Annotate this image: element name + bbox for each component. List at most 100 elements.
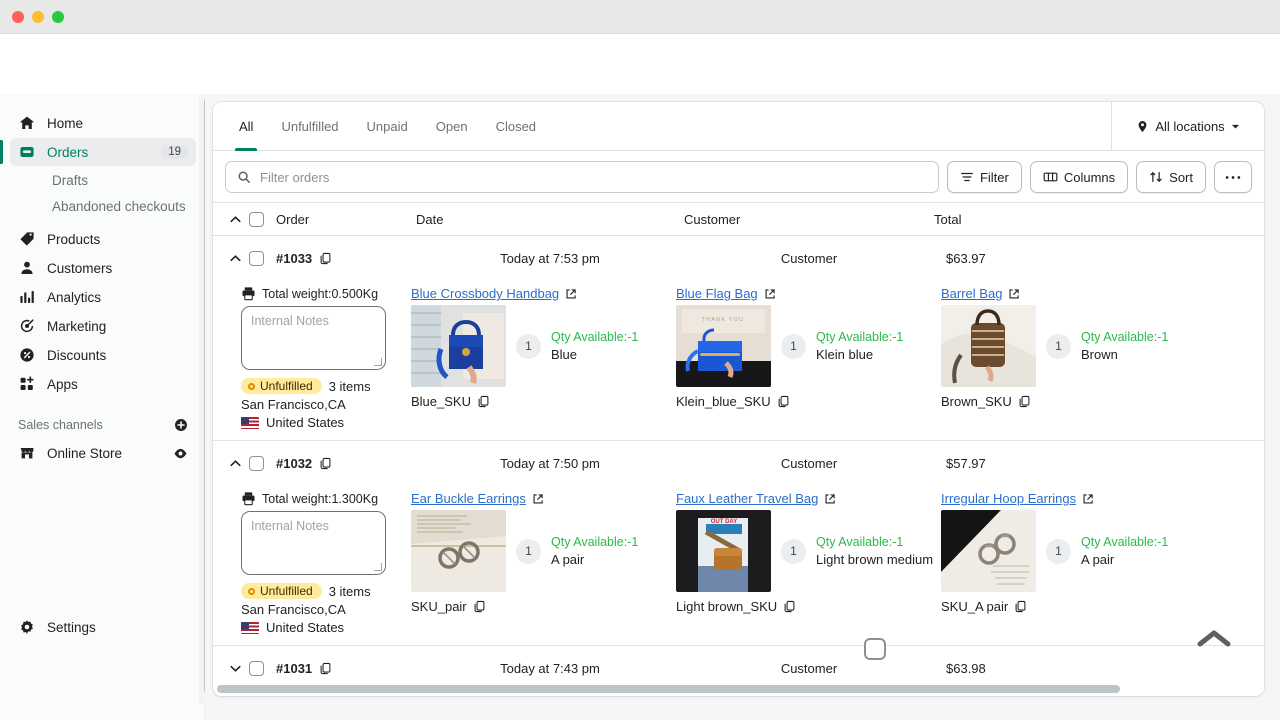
more-actions-button[interactable]	[1214, 161, 1252, 193]
product-image	[411, 305, 506, 387]
external-link-icon[interactable]	[764, 288, 776, 300]
collapse-all-chevron-up-icon[interactable]	[225, 213, 245, 226]
quantity-badge: 1	[1046, 333, 1071, 359]
product-link[interactable]: Blue Flag Bag	[676, 286, 758, 301]
filter-orders-input[interactable]: Filter orders	[225, 161, 939, 193]
quantity-badge: 1	[516, 538, 541, 564]
product-body: 1 Qty Available:-1 Blue	[411, 305, 676, 387]
order-meta: Total weight:0.500Kg Internal Notes Unfu…	[241, 286, 411, 430]
line-item: Blue Flag Bag THANK YOU 1 Qty Available:…	[676, 286, 941, 430]
product-title-row: Ear Buckle Earrings	[411, 491, 676, 506]
tab-unfulfilled[interactable]: Unfulfilled	[267, 102, 352, 150]
internal-notes-field[interactable]: Internal Notes	[241, 511, 386, 575]
printer-icon[interactable]	[241, 491, 256, 506]
table-row[interactable]: #1033 Today at 7:53 pm Customer $63.97	[213, 236, 1264, 280]
sort-button[interactable]: Sort	[1136, 161, 1206, 193]
copy-icon[interactable]	[319, 662, 332, 675]
plus-circle-icon[interactable]	[174, 418, 188, 432]
product-variant: A pair	[1081, 552, 1115, 567]
columns-button[interactable]: Columns	[1029, 161, 1129, 193]
sidebar-item-home[interactable]: Home	[10, 109, 196, 137]
column-header-customer: Customer	[684, 211, 741, 227]
sort-button-label: Sort	[1169, 169, 1193, 185]
order-weight: Total weight:0.500Kg	[262, 286, 379, 301]
row-checkbox[interactable]	[249, 455, 264, 471]
sidebar-item-discounts[interactable]: Discounts	[10, 341, 196, 369]
product-body: 1 Qty Available:-1 A pair	[941, 510, 1206, 592]
tab-open[interactable]: Open	[422, 102, 482, 150]
filter-button[interactable]: Filter	[946, 161, 1022, 193]
row-chevron-up-icon[interactable]	[225, 252, 245, 265]
select-all-checkbox[interactable]	[249, 211, 264, 227]
bulk-select-checkbox[interactable]	[864, 638, 886, 660]
external-link-icon[interactable]	[1008, 288, 1020, 300]
search-icon	[237, 170, 251, 184]
sidebar-item-marketing[interactable]: Marketing	[10, 312, 196, 340]
ship-city: San Francisco,CA	[241, 602, 346, 617]
product-link[interactable]: Faux Leather Travel Bag	[676, 491, 818, 506]
copy-icon[interactable]	[477, 395, 490, 408]
product-link[interactable]: Barrel Bag	[941, 286, 1002, 301]
apps-grid-plus-icon	[18, 376, 35, 393]
tab-unpaid[interactable]: Unpaid	[353, 102, 422, 150]
order-date: Today at 7:53 pm	[500, 250, 600, 266]
horizontal-scrollbar-thumb[interactable]	[217, 685, 1120, 693]
copy-icon[interactable]	[1014, 600, 1027, 613]
minimize-button[interactable]	[32, 10, 44, 23]
qty-available: Qty Available:-1	[1081, 330, 1169, 344]
sidebar-item-abandoned-checkouts[interactable]: Abandoned checkouts	[8, 193, 196, 219]
tab-label: Unpaid	[366, 118, 408, 134]
sidebar-item-drafts[interactable]: Drafts	[8, 167, 196, 193]
sidebar-item-settings[interactable]: Settings	[10, 613, 196, 641]
copy-icon[interactable]	[783, 600, 796, 613]
internal-notes-field[interactable]: Internal Notes	[241, 306, 386, 370]
maximize-button[interactable]	[52, 10, 64, 23]
row-chevron-down-icon[interactable]	[225, 662, 245, 675]
product-link[interactable]: Blue Crossbody Handbag	[411, 286, 559, 301]
product-body: 1 Qty Available:-1 Brown	[941, 305, 1206, 387]
copy-icon[interactable]	[473, 600, 486, 613]
line-item: Blue Crossbody Handbag 1 Qty Available:-…	[411, 286, 676, 430]
column-header-date: Date	[416, 211, 444, 227]
copy-icon[interactable]	[1018, 395, 1031, 408]
tab-closed[interactable]: Closed	[482, 102, 550, 150]
product-sku-row: Klein_blue_SKU	[676, 394, 941, 409]
sidebar-item-customers[interactable]: Customers	[10, 254, 196, 282]
close-button[interactable]	[12, 10, 24, 23]
sidebar-item-products[interactable]: Products	[10, 225, 196, 253]
copy-icon[interactable]	[319, 457, 332, 470]
product-link[interactable]: Irregular Hoop Earrings	[941, 491, 1076, 506]
status-badge: Unfulfilled	[241, 378, 322, 394]
external-link-icon[interactable]	[824, 493, 836, 505]
sidebar-item-orders[interactable]: Orders 19	[0, 138, 196, 166]
external-link-icon[interactable]	[532, 493, 544, 505]
eye-icon[interactable]	[173, 446, 188, 461]
sidebar-item-online-store[interactable]: Online Store	[10, 439, 196, 467]
product-image: THANK YOU	[676, 305, 771, 387]
status-label: Unfulfilled	[260, 584, 313, 598]
external-link-icon[interactable]	[1082, 493, 1094, 505]
product-link[interactable]: Ear Buckle Earrings	[411, 491, 526, 506]
ship-country-row: United States	[241, 620, 411, 635]
product-title-row: Irregular Hoop Earrings	[941, 491, 1206, 506]
sidebar-item-apps[interactable]: Apps	[10, 370, 196, 398]
locations-label: All locations	[1155, 118, 1225, 134]
sidebar-item-analytics[interactable]: Analytics	[10, 283, 196, 311]
scroll-to-top-button[interactable]	[1192, 624, 1236, 654]
row-checkbox[interactable]	[249, 250, 264, 266]
tab-all[interactable]: All	[225, 102, 267, 151]
product-sku-row: SKU_pair	[411, 599, 676, 614]
row-chevron-up-icon[interactable]	[225, 457, 245, 470]
window-titlebar	[0, 0, 1280, 34]
external-link-icon[interactable]	[565, 288, 577, 300]
locations-selector[interactable]: All locations	[1111, 102, 1264, 150]
order-id-cell: #1032	[276, 456, 416, 471]
table-row[interactable]: #1032 Today at 7:50 pm Customer $57.97	[213, 441, 1264, 485]
copy-icon[interactable]	[319, 252, 332, 265]
printer-icon[interactable]	[241, 286, 256, 301]
order-total: $57.97	[946, 455, 986, 471]
row-checkbox[interactable]	[249, 660, 264, 676]
copy-icon[interactable]	[777, 395, 790, 408]
location-pin-icon	[1136, 120, 1149, 133]
quantity-badge: 1	[781, 538, 806, 564]
